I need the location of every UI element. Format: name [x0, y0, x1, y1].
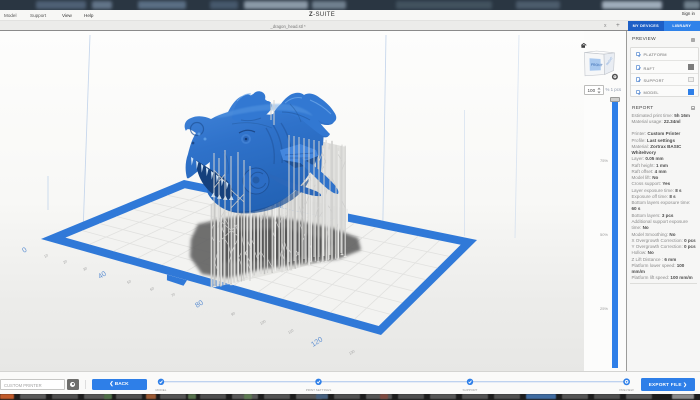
svg-text:80: 80: [193, 298, 205, 310]
svg-text:120: 120: [309, 335, 324, 349]
svg-text:40: 40: [96, 269, 108, 281]
svg-text:100: 100: [259, 319, 266, 326]
svg-text:30: 30: [82, 266, 88, 272]
svg-text:50: 50: [126, 279, 132, 285]
svg-text:20: 20: [62, 259, 68, 265]
svg-text:0: 0: [20, 245, 28, 255]
svg-text:10: 10: [43, 253, 49, 259]
svg-text:FRONT: FRONT: [591, 63, 603, 67]
svg-text:90: 90: [230, 311, 236, 317]
svg-text:110: 110: [287, 328, 294, 334]
svg-text:60: 60: [149, 286, 155, 292]
svg-text:130: 130: [348, 349, 355, 356]
svg-text:70: 70: [170, 292, 176, 298]
